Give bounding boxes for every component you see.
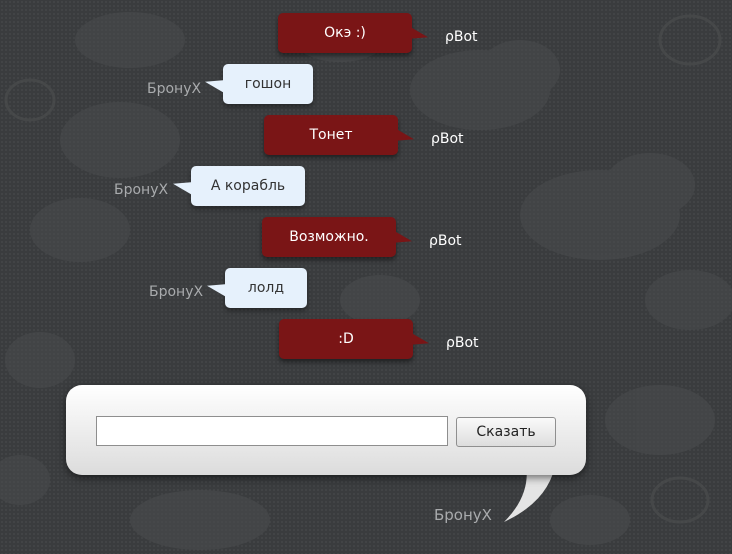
message-author: ρBot xyxy=(446,335,479,351)
user-message: лолд xyxy=(207,268,307,308)
message-text: Окэ :) xyxy=(324,25,366,41)
message-author: ρBot xyxy=(429,233,462,249)
message-text: А корабль xyxy=(210,178,286,194)
message-author: ρBot xyxy=(431,131,464,147)
message-text: :D xyxy=(338,331,354,347)
message-author: БронуХ xyxy=(149,284,204,300)
bot-message: Тонет xyxy=(264,115,414,155)
message-text: гошон xyxy=(244,76,292,92)
user-message: А корабль xyxy=(173,166,305,206)
user-message: гошон xyxy=(205,64,313,104)
message-text: Возможно. xyxy=(289,229,369,245)
composer-author: БронуХ xyxy=(434,506,492,524)
composer-panel: Сказать xyxy=(66,385,586,475)
message-input[interactable] xyxy=(96,416,448,446)
bot-message: :D xyxy=(279,319,429,359)
message-author: ρBot xyxy=(445,29,478,45)
message-author: БронуХ xyxy=(114,182,169,198)
message-text: лолд xyxy=(247,280,285,296)
message-text: Тонет xyxy=(309,127,353,143)
bot-message: Окэ :) xyxy=(278,13,428,53)
say-button[interactable]: Сказать xyxy=(456,417,556,447)
bot-message: Возможно. xyxy=(262,217,412,257)
message-author: БронуХ xyxy=(147,81,202,97)
